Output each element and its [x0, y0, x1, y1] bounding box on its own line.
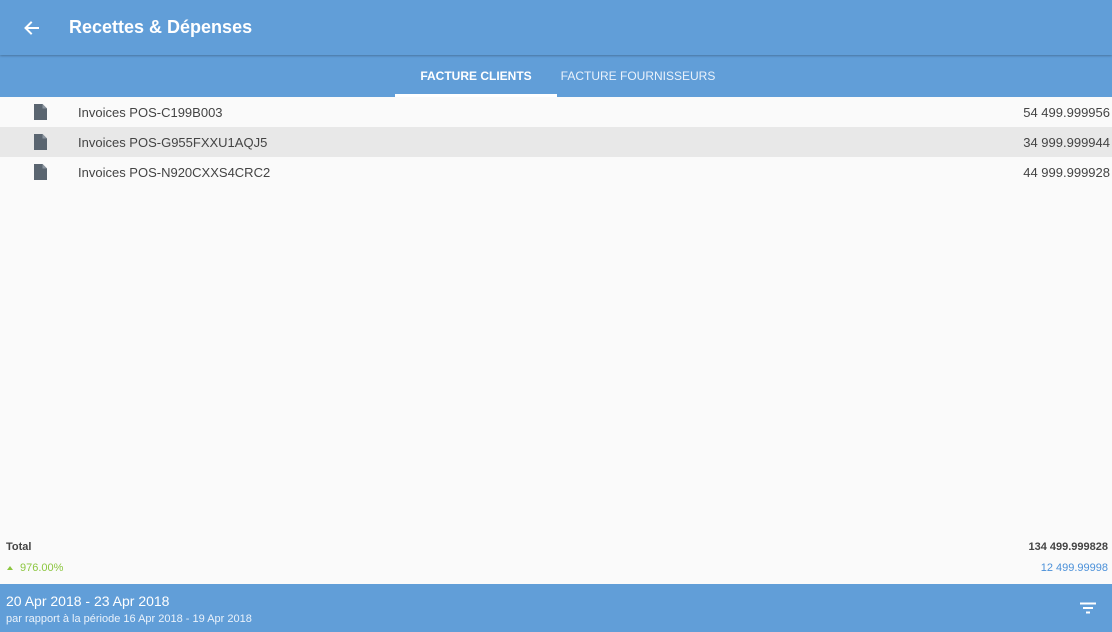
invoice-row[interactable]: Invoices POS-G955FXXU1AQJ5 34 999.999944: [0, 127, 1112, 157]
document-icon: [34, 164, 47, 180]
invoice-amount: 34 999.999944: [1023, 135, 1110, 150]
filter-button[interactable]: [1078, 598, 1098, 618]
invoice-amount: 44 999.999928: [1023, 165, 1110, 180]
document-icon: [34, 104, 47, 120]
invoice-label: Invoices POS-C199B003: [78, 105, 223, 120]
total-label: Total: [6, 541, 32, 553]
trend-indicator: 976.00%: [6, 562, 63, 574]
comparison-period: par rapport à la période 16 Apr 2018 - 1…: [6, 613, 252, 625]
period-footer: 20 Apr 2018 - 23 Apr 2018 par rapport à …: [0, 584, 1112, 632]
invoice-label: Invoices POS-G955FXXU1AQJ5: [78, 135, 268, 150]
app-bar: Recettes & Dépenses: [0, 0, 1112, 55]
trend-percent: 976.00%: [20, 562, 64, 574]
trend-up-icon: [7, 566, 13, 570]
document-icon: [34, 134, 47, 150]
app-screen: Recettes & Dépenses FACTURE CLIENTS FACT…: [0, 0, 1112, 632]
invoice-list: Invoices POS-C199B003 54 499.999956 Invo…: [0, 97, 1112, 187]
tab-facture-clients[interactable]: FACTURE CLIENTS: [395, 55, 557, 97]
invoice-amount: 54 499.999956: [1023, 105, 1110, 120]
tab-bar: FACTURE CLIENTS FACTURE FOURNISSEURS: [0, 55, 1112, 97]
date-range: 20 Apr 2018 - 23 Apr 2018: [6, 593, 170, 609]
previous-period-amount: 12 499.99998: [1040, 562, 1108, 574]
arrow-left-icon: [24, 21, 39, 35]
tab-facture-fournisseurs[interactable]: FACTURE FOURNISSEURS: [557, 55, 719, 97]
invoice-row[interactable]: Invoices POS-C199B003 54 499.999956: [0, 97, 1112, 127]
invoice-label: Invoices POS-N920CXXS4CRC2: [78, 165, 271, 180]
invoice-row[interactable]: Invoices POS-N920CXXS4CRC2 44 999.999928: [0, 157, 1112, 187]
back-button[interactable]: [14, 11, 48, 45]
filter-icon: [1080, 602, 1096, 614]
active-tab-indicator: [395, 94, 557, 97]
total-amount: 134 499.999828: [1028, 541, 1108, 553]
page-title: Recettes & Dépenses: [69, 17, 253, 37]
